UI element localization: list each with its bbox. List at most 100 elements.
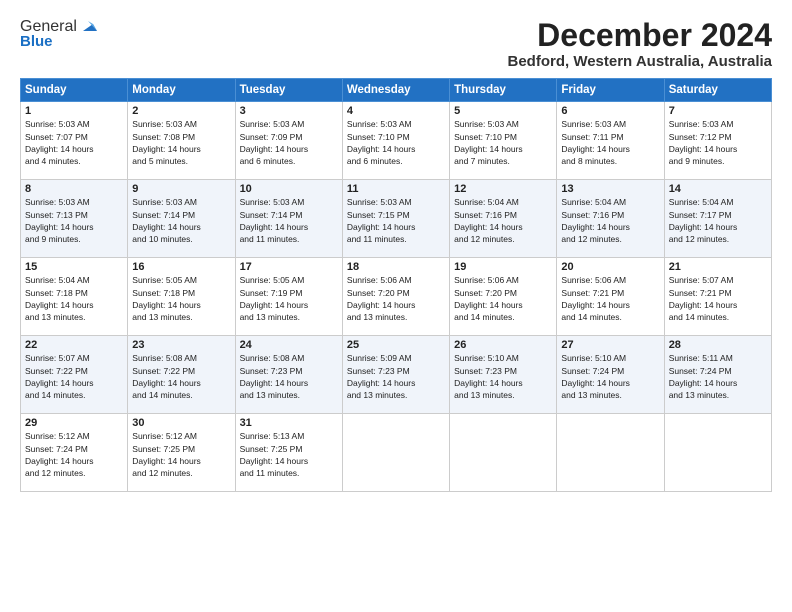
header-row: Sunday Monday Tuesday Wednesday Thursday… — [21, 79, 772, 102]
calendar-cell: 21Sunrise: 5:07 AM Sunset: 7:21 PM Dayli… — [664, 258, 771, 336]
calendar-table: Sunday Monday Tuesday Wednesday Thursday… — [20, 78, 772, 492]
day-info: Sunrise: 5:05 AM Sunset: 7:19 PM Dayligh… — [240, 274, 338, 323]
day-info: Sunrise: 5:10 AM Sunset: 7:24 PM Dayligh… — [561, 352, 659, 401]
day-info: Sunrise: 5:03 AM Sunset: 7:11 PM Dayligh… — [561, 118, 659, 167]
day-info: Sunrise: 5:12 AM Sunset: 7:25 PM Dayligh… — [132, 430, 230, 479]
calendar-cell — [664, 414, 771, 492]
day-number: 10 — [240, 183, 338, 195]
calendar-cell: 9Sunrise: 5:03 AM Sunset: 7:14 PM Daylig… — [128, 180, 235, 258]
day-info: Sunrise: 5:03 AM Sunset: 7:13 PM Dayligh… — [25, 196, 123, 245]
logo-blue-text: Blue — [20, 33, 53, 50]
day-number: 19 — [454, 261, 552, 273]
day-number: 5 — [454, 105, 552, 117]
calendar-week-1: 1Sunrise: 5:03 AM Sunset: 7:07 PM Daylig… — [21, 102, 772, 180]
day-info: Sunrise: 5:08 AM Sunset: 7:23 PM Dayligh… — [240, 352, 338, 401]
day-number: 28 — [669, 339, 767, 351]
calendar-week-3: 15Sunrise: 5:04 AM Sunset: 7:18 PM Dayli… — [21, 258, 772, 336]
calendar-cell: 23Sunrise: 5:08 AM Sunset: 7:22 PM Dayli… — [128, 336, 235, 414]
calendar-cell: 20Sunrise: 5:06 AM Sunset: 7:21 PM Dayli… — [557, 258, 664, 336]
header-friday: Friday — [557, 79, 664, 102]
day-number: 8 — [25, 183, 123, 195]
day-info: Sunrise: 5:11 AM Sunset: 7:24 PM Dayligh… — [669, 352, 767, 401]
day-number: 26 — [454, 339, 552, 351]
day-number: 6 — [561, 105, 659, 117]
day-info: Sunrise: 5:05 AM Sunset: 7:18 PM Dayligh… — [132, 274, 230, 323]
day-info: Sunrise: 5:04 AM Sunset: 7:17 PM Dayligh… — [669, 196, 767, 245]
day-number: 15 — [25, 261, 123, 273]
day-number: 18 — [347, 261, 445, 273]
calendar-cell: 12Sunrise: 5:04 AM Sunset: 7:16 PM Dayli… — [450, 180, 557, 258]
calendar-cell: 17Sunrise: 5:05 AM Sunset: 7:19 PM Dayli… — [235, 258, 342, 336]
day-number: 24 — [240, 339, 338, 351]
header-wednesday: Wednesday — [342, 79, 449, 102]
calendar-cell: 11Sunrise: 5:03 AM Sunset: 7:15 PM Dayli… — [342, 180, 449, 258]
day-info: Sunrise: 5:06 AM Sunset: 7:20 PM Dayligh… — [347, 274, 445, 323]
calendar-cell: 31Sunrise: 5:13 AM Sunset: 7:25 PM Dayli… — [235, 414, 342, 492]
calendar-cell — [342, 414, 449, 492]
calendar-week-4: 22Sunrise: 5:07 AM Sunset: 7:22 PM Dayli… — [21, 336, 772, 414]
calendar-cell: 3Sunrise: 5:03 AM Sunset: 7:09 PM Daylig… — [235, 102, 342, 180]
day-number: 27 — [561, 339, 659, 351]
day-info: Sunrise: 5:03 AM Sunset: 7:09 PM Dayligh… — [240, 118, 338, 167]
day-number: 11 — [347, 183, 445, 195]
calendar-cell: 13Sunrise: 5:04 AM Sunset: 7:16 PM Dayli… — [557, 180, 664, 258]
header-sunday: Sunday — [21, 79, 128, 102]
day-number: 17 — [240, 261, 338, 273]
day-info: Sunrise: 5:03 AM Sunset: 7:07 PM Dayligh… — [25, 118, 123, 167]
calendar-cell: 18Sunrise: 5:06 AM Sunset: 7:20 PM Dayli… — [342, 258, 449, 336]
day-info: Sunrise: 5:04 AM Sunset: 7:16 PM Dayligh… — [561, 196, 659, 245]
day-info: Sunrise: 5:06 AM Sunset: 7:21 PM Dayligh… — [561, 274, 659, 323]
calendar-cell: 14Sunrise: 5:04 AM Sunset: 7:17 PM Dayli… — [664, 180, 771, 258]
header-tuesday: Tuesday — [235, 79, 342, 102]
day-number: 30 — [132, 417, 230, 429]
calendar-cell — [557, 414, 664, 492]
day-number: 23 — [132, 339, 230, 351]
calendar-body: 1Sunrise: 5:03 AM Sunset: 7:07 PM Daylig… — [21, 102, 772, 492]
calendar-cell: 16Sunrise: 5:05 AM Sunset: 7:18 PM Dayli… — [128, 258, 235, 336]
day-info: Sunrise: 5:03 AM Sunset: 7:14 PM Dayligh… — [132, 196, 230, 245]
calendar-cell: 24Sunrise: 5:08 AM Sunset: 7:23 PM Dayli… — [235, 336, 342, 414]
calendar-cell: 1Sunrise: 5:03 AM Sunset: 7:07 PM Daylig… — [21, 102, 128, 180]
day-info: Sunrise: 5:03 AM Sunset: 7:15 PM Dayligh… — [347, 196, 445, 245]
day-number: 7 — [669, 105, 767, 117]
day-number: 3 — [240, 105, 338, 117]
location: Bedford, Western Australia, Australia — [507, 53, 772, 70]
day-number: 31 — [240, 417, 338, 429]
calendar-cell: 10Sunrise: 5:03 AM Sunset: 7:14 PM Dayli… — [235, 180, 342, 258]
header-saturday: Saturday — [664, 79, 771, 102]
header-thursday: Thursday — [450, 79, 557, 102]
day-info: Sunrise: 5:13 AM Sunset: 7:25 PM Dayligh… — [240, 430, 338, 479]
header-monday: Monday — [128, 79, 235, 102]
day-number: 22 — [25, 339, 123, 351]
day-info: Sunrise: 5:09 AM Sunset: 7:23 PM Dayligh… — [347, 352, 445, 401]
day-number: 12 — [454, 183, 552, 195]
day-number: 13 — [561, 183, 659, 195]
calendar-week-5: 29Sunrise: 5:12 AM Sunset: 7:24 PM Dayli… — [21, 414, 772, 492]
day-info: Sunrise: 5:03 AM Sunset: 7:14 PM Dayligh… — [240, 196, 338, 245]
calendar-cell: 25Sunrise: 5:09 AM Sunset: 7:23 PM Dayli… — [342, 336, 449, 414]
logo: General Blue — [20, 18, 97, 50]
calendar-week-2: 8Sunrise: 5:03 AM Sunset: 7:13 PM Daylig… — [21, 180, 772, 258]
day-number: 9 — [132, 183, 230, 195]
day-number: 29 — [25, 417, 123, 429]
page: General Blue December 2024 Bedford, West… — [0, 0, 792, 612]
calendar-cell: 19Sunrise: 5:06 AM Sunset: 7:20 PM Dayli… — [450, 258, 557, 336]
calendar-cell: 29Sunrise: 5:12 AM Sunset: 7:24 PM Dayli… — [21, 414, 128, 492]
day-info: Sunrise: 5:08 AM Sunset: 7:22 PM Dayligh… — [132, 352, 230, 401]
day-info: Sunrise: 5:07 AM Sunset: 7:21 PM Dayligh… — [669, 274, 767, 323]
day-info: Sunrise: 5:03 AM Sunset: 7:10 PM Dayligh… — [347, 118, 445, 167]
calendar-cell: 5Sunrise: 5:03 AM Sunset: 7:10 PM Daylig… — [450, 102, 557, 180]
logo-icon — [79, 17, 97, 35]
calendar-cell: 22Sunrise: 5:07 AM Sunset: 7:22 PM Dayli… — [21, 336, 128, 414]
day-info: Sunrise: 5:06 AM Sunset: 7:20 PM Dayligh… — [454, 274, 552, 323]
day-info: Sunrise: 5:03 AM Sunset: 7:10 PM Dayligh… — [454, 118, 552, 167]
day-number: 21 — [669, 261, 767, 273]
calendar-cell: 4Sunrise: 5:03 AM Sunset: 7:10 PM Daylig… — [342, 102, 449, 180]
day-info: Sunrise: 5:04 AM Sunset: 7:18 PM Dayligh… — [25, 274, 123, 323]
calendar-cell: 6Sunrise: 5:03 AM Sunset: 7:11 PM Daylig… — [557, 102, 664, 180]
header: General Blue December 2024 Bedford, West… — [20, 18, 772, 70]
calendar-cell: 7Sunrise: 5:03 AM Sunset: 7:12 PM Daylig… — [664, 102, 771, 180]
calendar-cell: 15Sunrise: 5:04 AM Sunset: 7:18 PM Dayli… — [21, 258, 128, 336]
day-info: Sunrise: 5:07 AM Sunset: 7:22 PM Dayligh… — [25, 352, 123, 401]
day-info: Sunrise: 5:12 AM Sunset: 7:24 PM Dayligh… — [25, 430, 123, 479]
